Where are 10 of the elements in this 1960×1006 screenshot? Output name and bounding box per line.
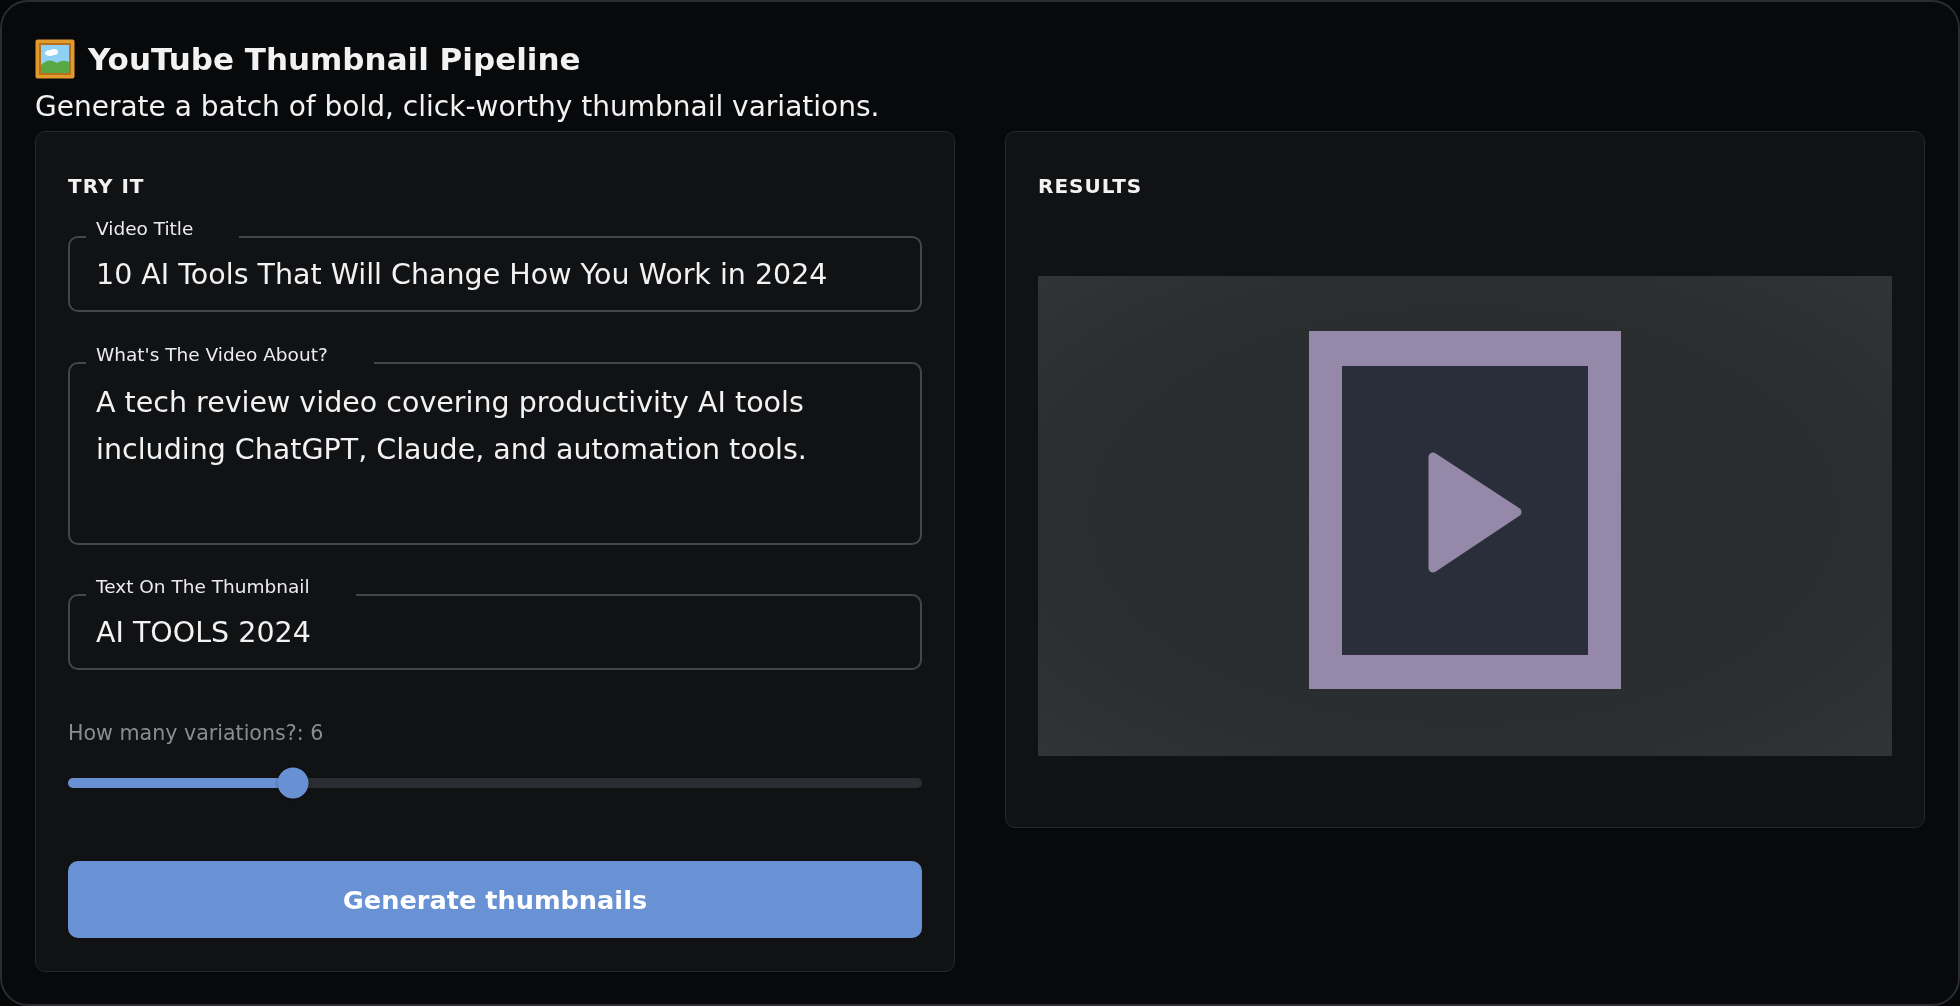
section-heading: RESULTS <box>1038 174 1143 198</box>
text-input-field[interactable]: 10 AI Tools That Will Change How You Work in 2024 <box>68 236 922 312</box>
section-heading: TRY IT <box>68 174 145 198</box>
page-title: YouTube Thumbnail Pipeline <box>88 40 581 79</box>
slider-label: How many variations?: 6 <box>68 721 324 745</box>
text-area-field[interactable]: A tech review video covering productivity AI tools including ChatGPT, Claude, and automation tools. <box>68 361 922 545</box>
slider-thumb[interactable] <box>277 767 309 799</box>
framed-picture-icon <box>35 39 75 79</box>
page-subtitle: Generate a batch of bold, click-worthy thumbnail variations. <box>35 90 880 124</box>
text-input-field[interactable]: AI TOOLS 2024 <box>68 594 922 670</box>
